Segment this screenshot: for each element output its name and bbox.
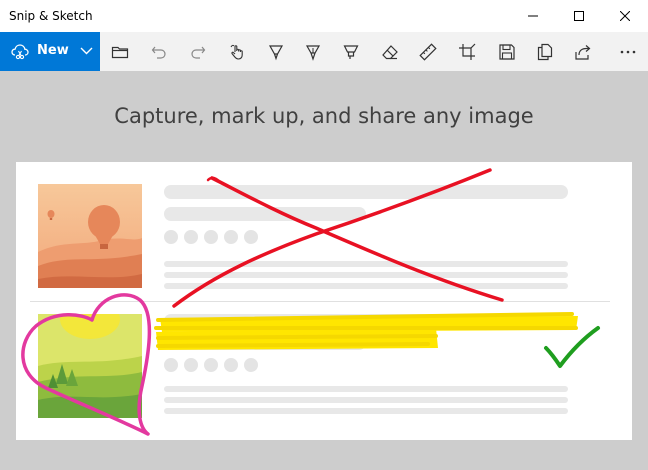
share-button[interactable] bbox=[567, 32, 599, 71]
red-cross-stroke bbox=[210, 176, 504, 302]
app-title: Snip & Sketch bbox=[9, 9, 93, 23]
eraser-icon bbox=[382, 44, 398, 59]
save-icon bbox=[499, 43, 515, 60]
illustration-card bbox=[16, 162, 632, 440]
open-file-button[interactable] bbox=[104, 32, 136, 71]
pencil-button[interactable] bbox=[297, 32, 329, 71]
red-cross-stroke bbox=[172, 168, 492, 308]
green-check-stroke bbox=[544, 326, 600, 368]
ballpoint-pen-button[interactable] bbox=[260, 32, 292, 71]
welcome-headline: Capture, mark up, and share any image bbox=[114, 104, 534, 128]
redo-icon bbox=[191, 46, 206, 59]
title-bar: Snip & Sketch bbox=[0, 0, 648, 32]
touch-writing-button[interactable] bbox=[221, 32, 253, 71]
undo-button[interactable] bbox=[143, 32, 175, 71]
highlighter-icon bbox=[343, 44, 359, 59]
ruler-button[interactable] bbox=[412, 32, 444, 71]
maximize-icon bbox=[574, 11, 584, 21]
toolbar: New bbox=[0, 32, 648, 71]
eraser-button[interactable] bbox=[374, 32, 406, 71]
ink-annotations bbox=[21, 168, 600, 436]
copy-button[interactable] bbox=[529, 32, 561, 71]
chevron-down-icon[interactable] bbox=[80, 47, 93, 55]
more-icon bbox=[620, 50, 636, 53]
save-button[interactable] bbox=[491, 32, 523, 71]
pink-heart-stroke bbox=[21, 293, 152, 436]
minimize-button[interactable] bbox=[510, 0, 556, 32]
share-icon bbox=[575, 44, 591, 60]
maximize-button[interactable] bbox=[556, 0, 602, 32]
more-options-button[interactable] bbox=[612, 32, 644, 71]
copy-icon bbox=[537, 43, 553, 60]
close-icon bbox=[620, 11, 630, 21]
crop-button[interactable] bbox=[451, 32, 483, 71]
minimize-icon bbox=[528, 15, 538, 17]
new-snip-button[interactable]: New bbox=[0, 32, 100, 71]
touch-writing-icon bbox=[230, 44, 243, 60]
undo-icon bbox=[151, 46, 166, 59]
ruler-icon bbox=[419, 42, 437, 61]
new-label: New bbox=[37, 43, 69, 58]
redo-button[interactable] bbox=[182, 32, 214, 71]
folder-icon bbox=[111, 46, 129, 58]
highlighter-button[interactable] bbox=[335, 32, 367, 71]
snip-icon bbox=[11, 44, 29, 60]
pencil-icon bbox=[305, 44, 321, 61]
ballpoint-pen-icon bbox=[268, 44, 284, 60]
close-button[interactable] bbox=[602, 0, 648, 32]
crop-icon bbox=[459, 43, 476, 60]
